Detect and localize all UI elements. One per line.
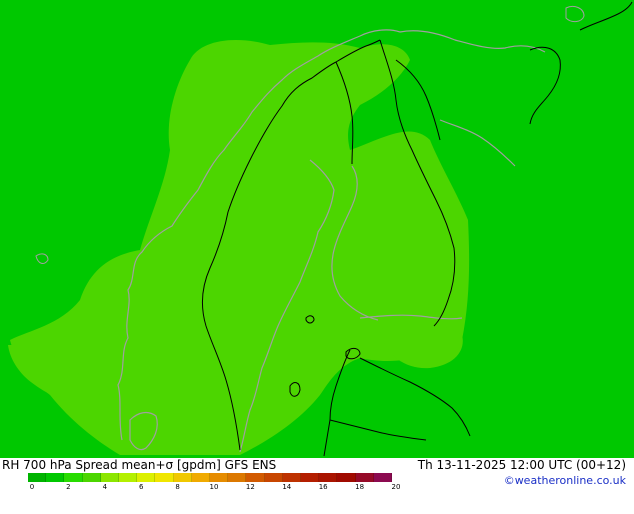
- product-title: RH 700 hPa Spread mean+σ [gpdm] GFS ENS: [2, 458, 277, 472]
- legend-swatch: [82, 473, 101, 482]
- legend-swatch: [210, 473, 229, 482]
- legend-swatch: [46, 473, 65, 482]
- legend-swatch: [246, 473, 265, 482]
- legend-swatch: [64, 473, 83, 482]
- map-footer: RH 700 hPa Spread mean+σ [gpdm] GFS ENS …: [0, 458, 634, 491]
- legend-swatch: [282, 473, 302, 482]
- legend-swatch: [119, 473, 138, 482]
- title-bar: RH 700 hPa Spread mean+σ [gpdm] GFS ENS …: [2, 458, 632, 472]
- legend-swatch: [337, 473, 356, 482]
- color-legend: [28, 473, 393, 482]
- legend-swatch: [264, 473, 283, 482]
- legend-swatch: [173, 473, 192, 482]
- legend-swatch: [355, 473, 374, 482]
- legend-swatch: [191, 473, 211, 482]
- legend-swatch: [155, 473, 174, 482]
- weather-map: [0, 0, 634, 458]
- legend-swatch: [301, 473, 320, 482]
- legend-swatch: [319, 473, 338, 482]
- valid-time: Th 13-11-2025 12:00 UTC (00+12): [417, 458, 626, 472]
- legend-swatch: [228, 473, 247, 482]
- legend-swatch: [100, 473, 120, 482]
- legend-swatch: [28, 473, 47, 482]
- legend-swatch: [137, 473, 156, 482]
- credit-link[interactable]: ©weatheronline.co.uk: [504, 475, 626, 487]
- legend-swatch: [373, 473, 393, 482]
